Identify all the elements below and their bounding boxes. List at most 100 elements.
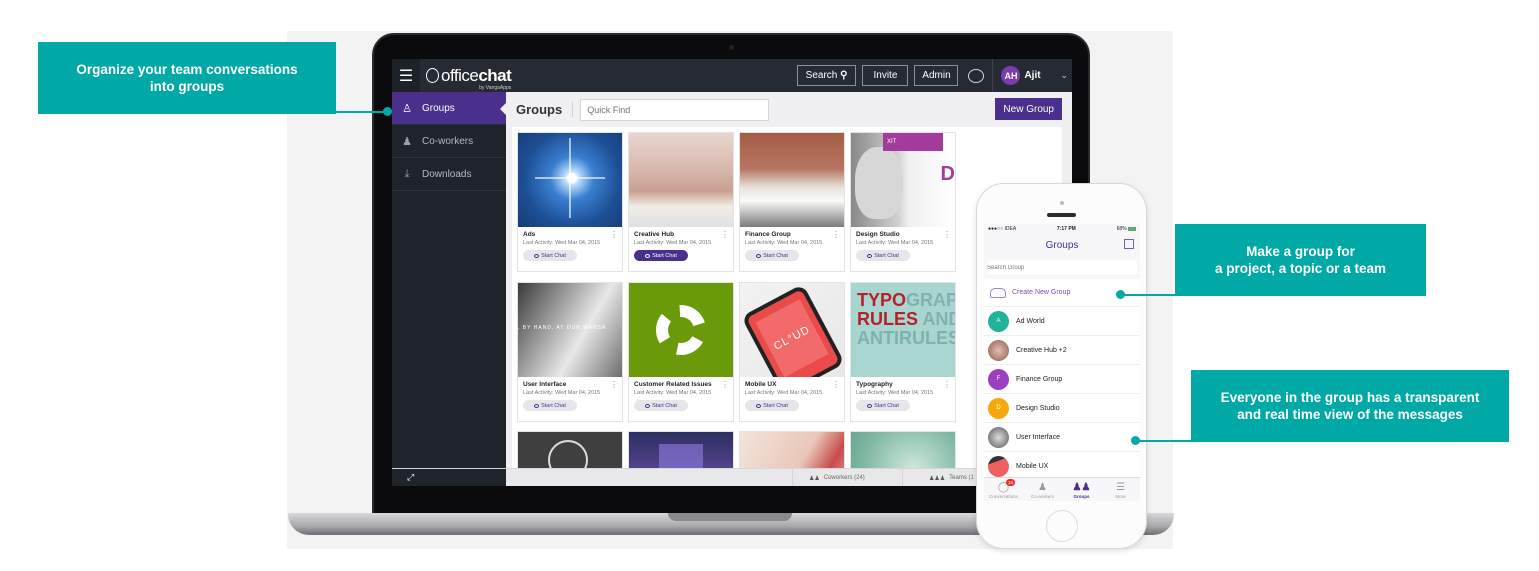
groups-icon: ♙ xyxy=(402,102,412,115)
phone-speaker xyxy=(1047,213,1076,217)
top-navbar: ☰ office chat by VangaApps Search ⚲ Invit… xyxy=(392,59,1072,92)
leader-line xyxy=(1121,294,1177,296)
user-avatar[interactable]: AH xyxy=(1001,66,1021,85)
group-thumbnail: XIT D xyxy=(851,133,955,227)
tab-conversations[interactable]: ◯ 19 Conversations xyxy=(984,478,1023,501)
list-item[interactable]: D Design Studio xyxy=(984,394,1140,423)
chat-bubble-icon xyxy=(645,253,651,258)
search-icon: ⚲ xyxy=(840,70,848,81)
more-options-icon[interactable]: ⋮ xyxy=(721,380,729,389)
more-options-icon[interactable]: ⋮ xyxy=(610,230,618,239)
group-thumbnail xyxy=(629,133,733,227)
page-title: Groups xyxy=(516,102,574,117)
tab-more[interactable]: ☰ More xyxy=(1101,478,1140,501)
bottom-status-bar: ⤢ ♟♟ Coworkers (24) ♟♟♟ Teams (1 xyxy=(392,468,1072,486)
officechat-logo: office chat by VangaApps xyxy=(426,66,512,91)
mobile-navbar: Groups xyxy=(984,234,1140,256)
group-card[interactable]: Creative Hub Last Activity: Wed Mar 04, … xyxy=(628,132,734,272)
chat-bubble-icon xyxy=(867,253,873,258)
more-options-icon[interactable]: ⋮ xyxy=(943,230,951,239)
group-card[interactable]: CL°UD Mobile UX Last Activity: Wed Mar 0… xyxy=(739,282,845,422)
callout-organize: Organize your team conversations into gr… xyxy=(38,42,336,114)
sidebar-item-downloads[interactable]: ⤓ Downloads xyxy=(392,158,506,191)
phone-camera xyxy=(1060,201,1064,205)
chat-bubble-icon xyxy=(534,403,540,408)
more-options-icon[interactable]: ⋮ xyxy=(721,230,729,239)
marketing-composite: ☰ office chat by VangaApps Search ⚲ Invit… xyxy=(0,0,1539,571)
sidebar-item-coworkers[interactable]: ♟ Co-workers xyxy=(392,125,506,158)
group-thumbnail: CL°UD xyxy=(740,283,844,377)
leader-dot xyxy=(383,107,392,116)
group-thumbnail: , BY HAND, AT OUR WARSA xyxy=(518,283,622,377)
invite-button[interactable]: Invite xyxy=(862,65,909,86)
group-card[interactable]: TYPOGRAPHIRULES ANDANTIRULES Typography … xyxy=(850,282,956,422)
main-header: Groups New Group xyxy=(506,92,1072,127)
person-icon: ♟ xyxy=(402,135,412,148)
chat-bubble-icon[interactable] xyxy=(968,68,985,83)
leader-dot xyxy=(1116,290,1125,299)
new-group-button[interactable]: New Group xyxy=(995,98,1062,120)
list-item[interactable]: Creative Hub +2 xyxy=(984,336,1140,365)
divider xyxy=(992,59,994,92)
chat-bubble-icon xyxy=(756,253,762,258)
home-button[interactable] xyxy=(1046,510,1078,542)
avatar xyxy=(988,426,1009,448)
start-chat-button[interactable]: Start Chat xyxy=(745,250,799,261)
list-item[interactable]: F Finance Group xyxy=(984,365,1140,394)
list-item[interactable]: A Ad World xyxy=(984,307,1140,336)
compose-icon[interactable] xyxy=(1124,239,1134,249)
start-chat-button[interactable]: Start Chat xyxy=(523,400,577,411)
expand-icon[interactable]: ⤢ xyxy=(407,472,417,482)
start-chat-button[interactable]: Start Chat xyxy=(634,400,688,411)
chevron-down-icon[interactable]: ⌄ xyxy=(1060,70,1068,81)
start-chat-button[interactable]: Start Chat xyxy=(523,250,577,261)
more-options-icon[interactable]: ⋮ xyxy=(832,380,840,389)
admin-button[interactable]: Admin xyxy=(914,65,959,86)
battery-icon xyxy=(1127,226,1136,231)
group-card[interactable]: Finance Group Last Activity: Wed Mar 04,… xyxy=(739,132,845,272)
chat-bubble-icon xyxy=(867,403,873,408)
more-options-icon[interactable]: ⋮ xyxy=(943,380,951,389)
callout-transparency: Everyone in the group has a transparent … xyxy=(1191,370,1509,442)
start-chat-button[interactable]: Start Chat xyxy=(856,400,910,411)
more-options-icon[interactable]: ⋮ xyxy=(610,380,618,389)
chat-bubble-icon xyxy=(645,403,651,408)
group-thumbnail xyxy=(518,133,622,227)
logo-mark-icon xyxy=(426,67,439,83)
leader-line xyxy=(306,111,386,113)
list-item[interactable]: User Interface xyxy=(984,423,1140,452)
tab-groups[interactable]: ♟♟ Groups xyxy=(1062,478,1101,501)
laptop-camera xyxy=(729,45,734,50)
group-card[interactable]: , BY HAND, AT OUR WARSA User Interface L… xyxy=(517,282,623,422)
group-card[interactable]: Ads Last Activity: Wed Mar 04, 2015 ⋮ St… xyxy=(517,132,623,272)
group-thumbnail xyxy=(629,283,733,377)
group-card[interactable]: XIT D Design Studio Last Activity: Wed M… xyxy=(850,132,956,272)
group-thumbnail: TYPOGRAPHIRULES ANDANTIRULES xyxy=(851,283,955,377)
start-chat-button[interactable]: Start Chat xyxy=(634,250,688,261)
more-options-icon[interactable]: ⋮ xyxy=(832,230,840,239)
person-icon: ♟ xyxy=(1038,482,1047,493)
coworkers-count[interactable]: ♟♟ Coworkers (24) xyxy=(792,469,902,486)
sidebar-item-groups[interactable]: ♙ Groups xyxy=(392,92,506,125)
search-button[interactable]: Search ⚲ xyxy=(796,65,857,86)
mobile-tab-bar: ◯ 19 Conversations ♟ Co-workers ♟♟ Groups ☰ M… xyxy=(984,477,1140,501)
group-card[interactable]: Customer Related Issues Last Activity: W… xyxy=(628,282,734,422)
start-chat-button[interactable]: Start Chat xyxy=(745,400,799,411)
user-name[interactable]: Ajit xyxy=(1024,70,1060,81)
people-icon: ♟♟ xyxy=(809,475,820,482)
start-chat-button[interactable]: Start Chat xyxy=(856,250,910,261)
leader-dot xyxy=(1131,436,1140,445)
tab-coworkers[interactable]: ♟ Co-workers xyxy=(1023,478,1062,501)
quick-find-input[interactable] xyxy=(580,98,770,121)
add-group-icon xyxy=(990,287,1006,298)
search-group-input[interactable] xyxy=(987,260,1137,275)
menu-icon[interactable]: ☰ xyxy=(392,59,420,92)
sidebar: ♙ Groups ♟ Co-workers ⤓ Downloads xyxy=(392,92,506,486)
phone-device: ●●●○○ IDEA 7:17 PM 68% Groups Create New… xyxy=(976,183,1147,549)
logo-tagline: by VangaApps xyxy=(479,84,512,91)
avatar xyxy=(988,455,1009,477)
chat-bubble-icon xyxy=(756,403,762,408)
clock: 7:17 PM xyxy=(1056,226,1076,232)
leader-line xyxy=(1136,440,1193,442)
desktop-app: ☰ office chat by VangaApps Search ⚲ Invit… xyxy=(392,59,1072,486)
